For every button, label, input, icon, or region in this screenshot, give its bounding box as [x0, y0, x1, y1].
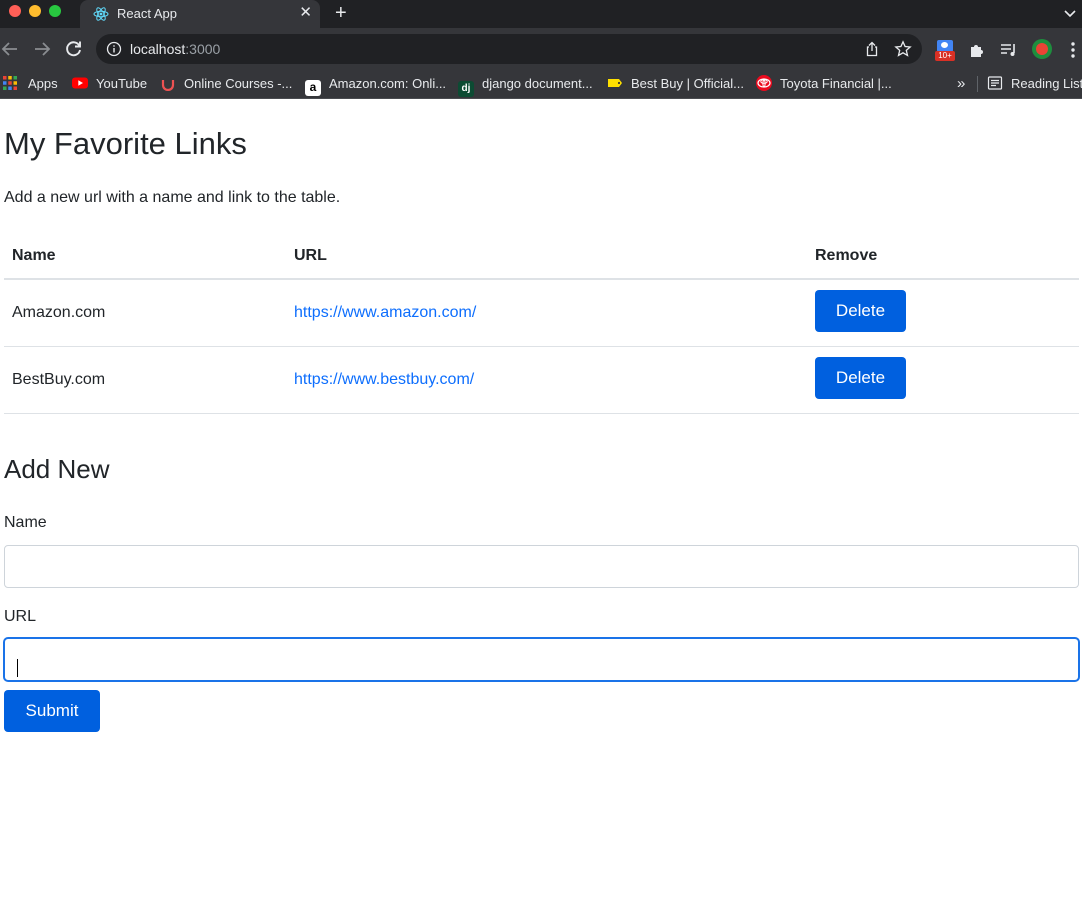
bookmark-star-icon[interactable]: [894, 40, 912, 58]
bookmark-bestbuy[interactable]: Best Buy | Official...: [607, 74, 744, 94]
remove-cell: Delete: [807, 279, 1079, 347]
toyota-icon: [756, 75, 772, 91]
address-bar[interactable]: localhost:3000: [96, 34, 922, 64]
reading-list-icon: [987, 76, 1003, 90]
delete-button[interactable]: Delete: [815, 357, 906, 399]
tab-close-icon[interactable]: ✕: [299, 4, 312, 22]
site-info-icon[interactable]: [106, 41, 122, 57]
django-icon: dj: [458, 81, 474, 97]
bookmark-label: Online Courses -...: [184, 76, 293, 91]
link-url-cell: https://www.bestbuy.com/: [286, 346, 807, 414]
react-logo-icon: [93, 7, 109, 21]
bookmark-toyota[interactable]: Toyota Financial |...: [756, 74, 892, 94]
apps-grid-icon: [3, 76, 17, 90]
reading-list-button[interactable]: Reading List: [987, 74, 1082, 94]
reload-icon[interactable]: [64, 39, 84, 59]
amazon-icon: a: [305, 80, 321, 96]
extensions-puzzle-icon[interactable]: [968, 41, 986, 59]
link-url[interactable]: https://www.bestbuy.com/: [294, 371, 474, 388]
browser-tab-active[interactable]: React App ✕: [80, 0, 320, 28]
bookmark-youtube[interactable]: YouTube: [72, 74, 147, 94]
page-subtitle: Add a new url with a name and link to th…: [4, 189, 341, 206]
url-port: :3000: [185, 41, 221, 57]
link-url[interactable]: https://www.amazon.com/: [294, 304, 476, 321]
new-tab-button[interactable]: +: [335, 2, 347, 24]
bookmark-label: YouTube: [96, 76, 148, 91]
bookmark-django[interactable]: dj django document...: [458, 74, 593, 97]
name-field-label: Name: [4, 514, 47, 531]
links-table: Name URL Remove Amazon.com https://www.a…: [4, 234, 1079, 414]
maximize-window-button[interactable]: [49, 5, 61, 17]
link-name-cell: BestBuy.com: [4, 346, 286, 414]
bestbuy-tag-icon: [608, 79, 622, 87]
bookmarks-divider: [977, 76, 978, 92]
bookmarks-overflow-button[interactable]: »: [957, 74, 965, 94]
forward-arrow-icon[interactable]: [32, 39, 52, 59]
bookmark-label: django document...: [482, 76, 593, 91]
udemy-icon: [161, 80, 175, 91]
bookmark-amazon[interactable]: a Amazon.com: Onli...: [305, 74, 447, 96]
tab-title: React App: [117, 6, 177, 21]
column-header-name: Name: [4, 234, 286, 280]
extension-badge: 10+: [935, 51, 955, 61]
minimize-window-button[interactable]: [29, 5, 41, 17]
delete-button[interactable]: Delete: [815, 290, 906, 332]
bookmark-label: Best Buy | Official...: [631, 76, 744, 91]
extension-notification-icon[interactable]: 10+: [935, 40, 955, 62]
back-arrow-icon[interactable]: [0, 39, 20, 59]
column-header-remove: Remove: [807, 234, 1079, 280]
text-cursor: [17, 659, 18, 677]
page-title: My Favorite Links: [4, 126, 247, 161]
youtube-icon: [72, 77, 88, 89]
bookmark-label: Apps: [28, 76, 58, 91]
reading-list-label: Reading List: [1011, 76, 1082, 91]
add-new-heading: Add New: [4, 454, 110, 484]
share-icon[interactable]: [864, 41, 880, 57]
browser-titlebar: React App ✕ +: [0, 0, 1082, 28]
table-row: BestBuy.com https://www.bestbuy.com/ Del…: [4, 346, 1079, 414]
remove-cell: Delete: [807, 346, 1079, 414]
url-text: localhost:3000: [130, 41, 220, 57]
media-playlist-icon[interactable]: [1000, 41, 1018, 59]
table-row: Amazon.com https://www.amazon.com/ Delet…: [4, 279, 1079, 347]
tab-search-chevron-icon[interactable]: [1062, 5, 1078, 21]
bookmark-label: Toyota Financial |...: [780, 76, 892, 91]
close-window-button[interactable]: [9, 5, 21, 17]
column-header-url: URL: [286, 234, 807, 280]
name-input[interactable]: [4, 545, 1079, 588]
link-name-cell: Amazon.com: [4, 279, 286, 347]
bookmark-label: Amazon.com: Onli...: [329, 76, 447, 91]
link-url-cell: https://www.amazon.com/: [286, 279, 807, 347]
submit-button[interactable]: Submit: [4, 690, 100, 732]
table-header-row: Name URL Remove: [4, 234, 1079, 280]
bookmarks-bar: Apps YouTube Online Courses -... a Amazon…: [0, 70, 1082, 99]
bookmark-apps[interactable]: Apps: [2, 74, 58, 94]
url-input[interactable]: [4, 638, 1079, 681]
bookmark-udemy[interactable]: Online Courses -...: [160, 74, 292, 94]
browser-toolbar: localhost:3000 10+: [0, 28, 1082, 70]
url-host: localhost: [130, 41, 186, 57]
more-menu-icon[interactable]: [1066, 41, 1080, 59]
url-field-label: URL: [4, 608, 37, 625]
profile-avatar[interactable]: [1032, 39, 1052, 59]
